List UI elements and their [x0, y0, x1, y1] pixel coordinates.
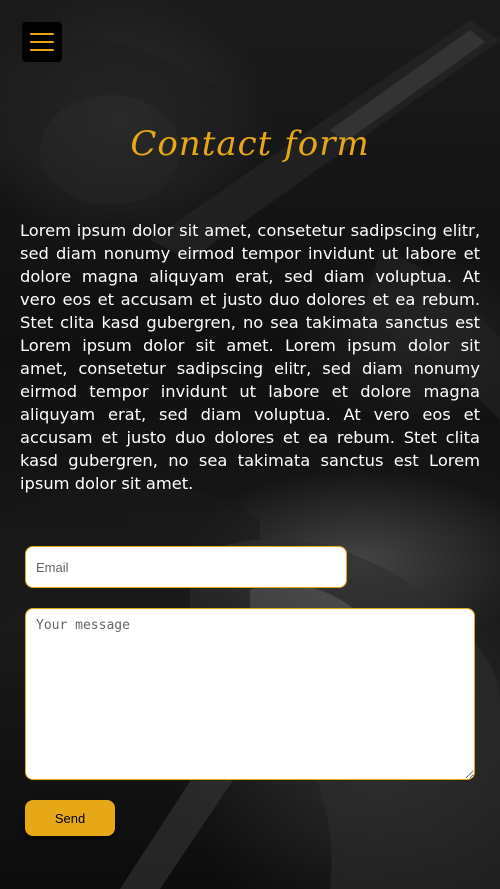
hamburger-icon — [30, 33, 54, 51]
send-button[interactable]: Send — [25, 800, 115, 836]
email-field[interactable] — [25, 546, 347, 588]
menu-button[interactable] — [22, 22, 62, 62]
intro-text: Lorem ipsum dolor sit amet, consetetur s… — [20, 221, 480, 493]
intro-paragraph: Lorem ipsum dolor sit amet, consetetur s… — [20, 219, 480, 495]
message-field[interactable] — [25, 608, 475, 780]
page-title: Contact form — [130, 124, 370, 164]
contact-page: Contact form Lorem ipsum dolor sit amet,… — [0, 0, 500, 889]
